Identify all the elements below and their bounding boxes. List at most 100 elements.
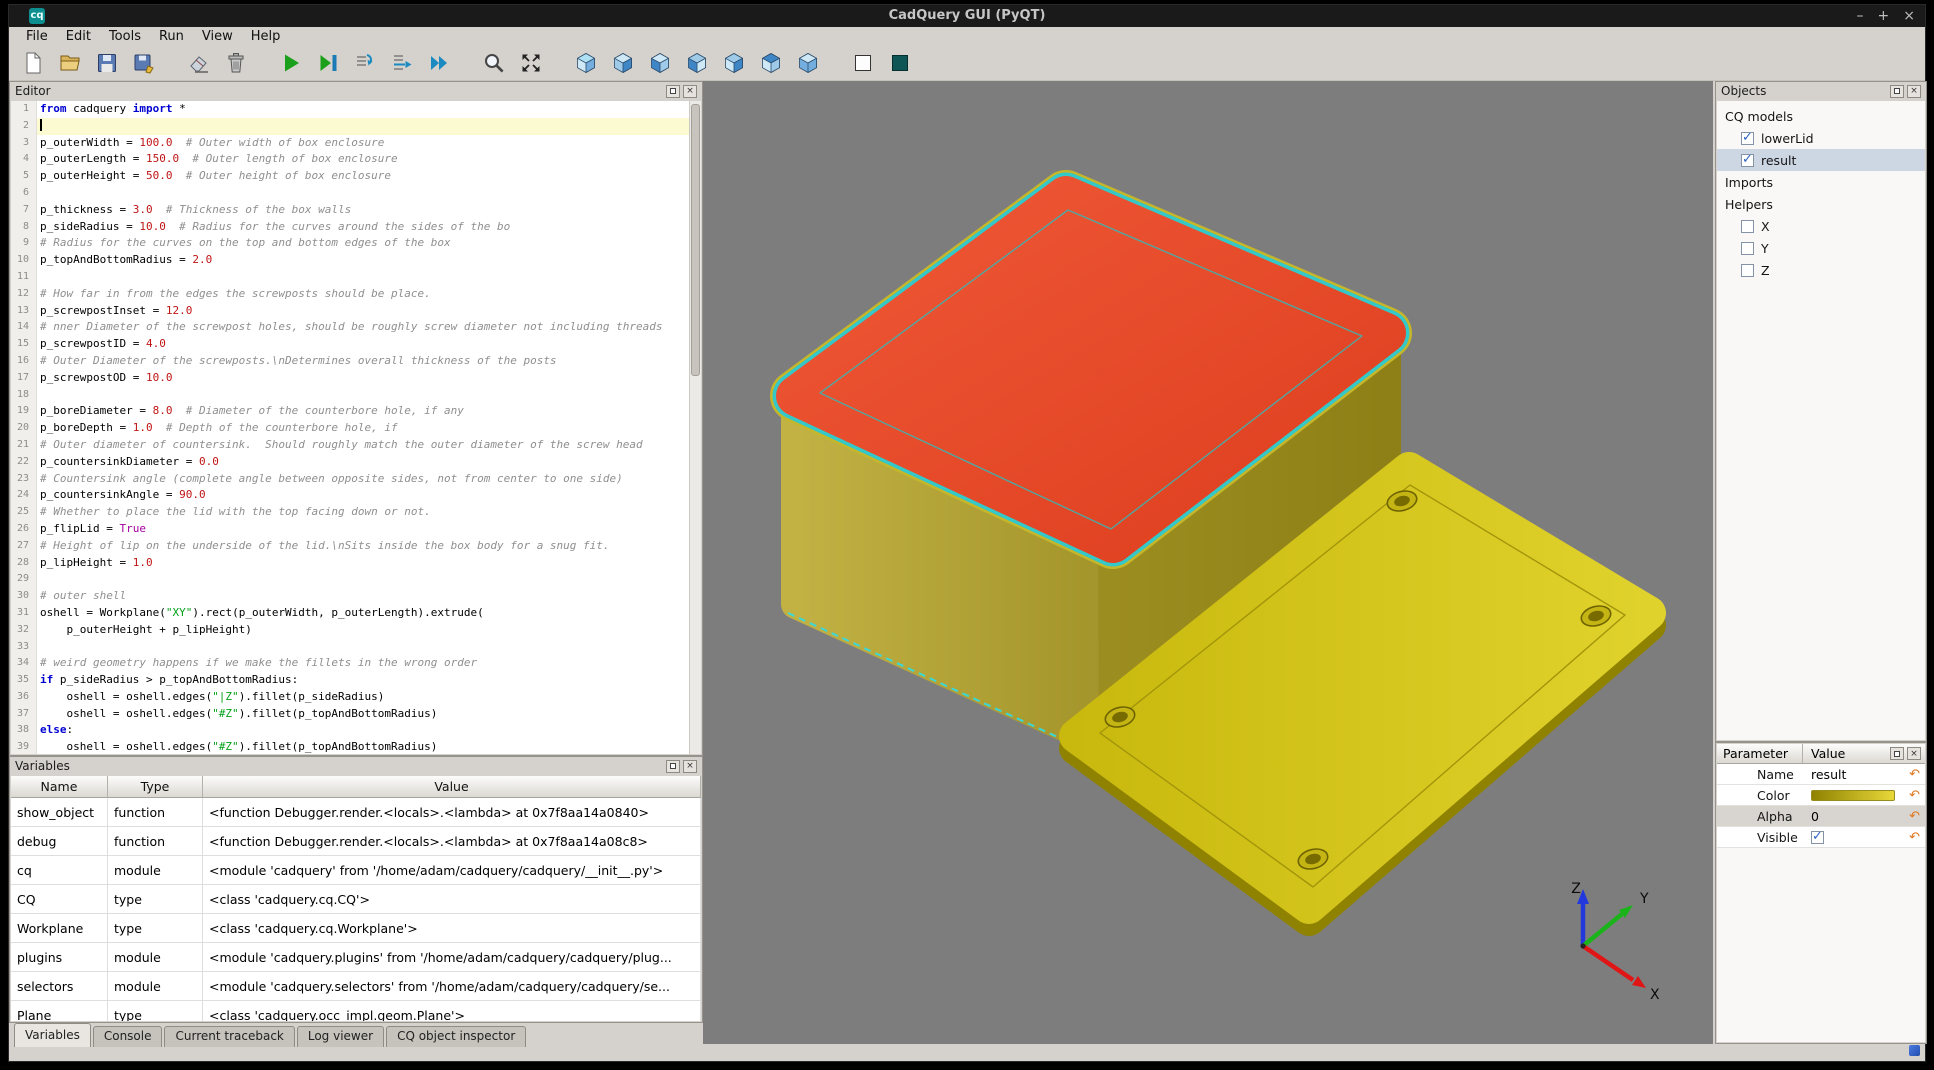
tab-console[interactable]: Console: [93, 1026, 163, 1047]
code-line[interactable]: 27# Height of lip on the underside of th…: [11, 538, 689, 555]
view-back-button[interactable]: [646, 49, 674, 77]
code-line[interactable]: 23# Countersink angle (complete angle be…: [11, 471, 689, 488]
code-line[interactable]: 13p_screwpostInset = 12.0: [11, 303, 689, 320]
column-header-value[interactable]: Value: [203, 776, 701, 798]
code-line[interactable]: 26p_flipLid = True: [11, 521, 689, 538]
visible-checkbox[interactable]: [1811, 831, 1824, 844]
close-panel-icon[interactable]: ×: [1907, 747, 1921, 760]
code-line[interactable]: 16# Outer Diameter of the screwposts.\nD…: [11, 353, 689, 370]
menu-tools[interactable]: Tools: [100, 28, 150, 45]
code-line[interactable]: 5p_outerHeight = 50.0 # Outer height of …: [11, 168, 689, 185]
column-header-type[interactable]: Type: [108, 776, 203, 798]
viewport-3d[interactable]: Z Y X: [703, 81, 1713, 1044]
code-line[interactable]: 19p_boreDiameter = 8.0 # Diameter of the…: [11, 403, 689, 420]
close-panel-icon[interactable]: ×: [683, 85, 697, 98]
code-line[interactable]: 21# Outer diameter of countersink. Shoul…: [11, 437, 689, 454]
tree-item-x[interactable]: X: [1717, 215, 1925, 237]
code-line[interactable]: 18: [11, 387, 689, 404]
code-line[interactable]: 1from cadquery import *: [11, 101, 689, 118]
code-line[interactable]: 36 oshell = oshell.edges("|Z").fillet(p_…: [11, 689, 689, 706]
step-over-button[interactable]: [388, 49, 416, 77]
size-grip-icon[interactable]: [1909, 1045, 1920, 1056]
step-into-button[interactable]: [351, 49, 379, 77]
close-button[interactable]: ×: [1903, 5, 1915, 27]
code-line[interactable]: 7p_thickness = 3.0 # Thickness of the bo…: [11, 202, 689, 219]
code-line[interactable]: 33: [11, 639, 689, 656]
menu-help[interactable]: Help: [242, 28, 290, 45]
code-line[interactable]: 20p_boreDepth = 1.0 # Depth of the count…: [11, 420, 689, 437]
tab-current-traceback[interactable]: Current traceback: [164, 1026, 294, 1047]
tab-variables[interactable]: Variables: [14, 1023, 91, 1047]
variable-row[interactable]: CQtype<class 'cadquery.cq.CQ'>: [11, 885, 701, 914]
variable-row[interactable]: Workplanetype<class 'cadquery.cq.Workpla…: [11, 914, 701, 943]
code-line[interactable]: 25# Whether to place the lid with the to…: [11, 504, 689, 521]
variable-row[interactable]: pluginsmodule<module 'cadquery.plugins' …: [11, 943, 701, 972]
run-script-button[interactable]: [277, 49, 305, 77]
display-shaded-button[interactable]: [886, 49, 914, 77]
close-panel-icon[interactable]: ×: [1907, 85, 1921, 98]
tree-item-imports[interactable]: Imports: [1717, 171, 1925, 193]
save-as-button[interactable]: [130, 49, 158, 77]
code-line[interactable]: 3p_outerWidth = 100.0 # Outer width of b…: [11, 135, 689, 152]
tree-item-z[interactable]: Z: [1717, 259, 1925, 281]
zoom-to-selection-button[interactable]: [480, 49, 508, 77]
tree-item-helpers[interactable]: Helpers: [1717, 193, 1925, 215]
menu-run[interactable]: Run: [150, 28, 193, 45]
open-file-button[interactable]: [56, 49, 84, 77]
tree-item-cq-models[interactable]: CQ models: [1717, 105, 1925, 127]
view-left-button[interactable]: [683, 49, 711, 77]
reset-icon[interactable]: ↶: [1909, 810, 1920, 823]
variable-row[interactable]: cqmodule<module 'cadquery' from '/home/a…: [11, 856, 701, 885]
code-line[interactable]: 37 oshell = oshell.edges("#Z").fillet(p_…: [11, 706, 689, 723]
reset-icon[interactable]: ↶: [1909, 789, 1920, 802]
code-line[interactable]: 4p_outerLength = 150.0 # Outer length of…: [11, 151, 689, 168]
reset-icon[interactable]: ↶: [1909, 831, 1920, 844]
tree-item-lowerlid[interactable]: lowerLid: [1717, 127, 1925, 149]
code-line[interactable]: 32 p_outerHeight + p_lipHeight): [11, 622, 689, 639]
delete-button[interactable]: [222, 49, 250, 77]
continue-button[interactable]: [425, 49, 453, 77]
checkbox-result[interactable]: [1741, 154, 1754, 167]
viewport-canvas[interactable]: Z Y X: [703, 81, 1713, 1044]
menu-edit[interactable]: Edit: [57, 28, 100, 45]
float-panel-icon[interactable]: [666, 760, 680, 773]
code-line[interactable]: 31oshell = Workplane("XY").rect(p_outerW…: [11, 605, 689, 622]
code-line[interactable]: 2: [11, 118, 689, 135]
view-right-button[interactable]: [720, 49, 748, 77]
code-line[interactable]: 28p_lipHeight = 1.0: [11, 555, 689, 572]
param-row-name[interactable]: Nameresult↶: [1717, 764, 1925, 785]
code-line[interactable]: 34# weird geometry happens if we make th…: [11, 655, 689, 672]
code-line[interactable]: 39 oshell = oshell.edges("#Z").fillet(p_…: [11, 739, 689, 754]
column-header-parameter[interactable]: Parameter: [1717, 744, 1803, 763]
param-row-alpha[interactable]: Alpha0↶: [1717, 806, 1925, 827]
menu-file[interactable]: File: [17, 28, 57, 45]
param-row-visible[interactable]: Visible↶: [1717, 827, 1925, 848]
tree-item-result[interactable]: result: [1717, 149, 1925, 171]
tab-log-viewer[interactable]: Log viewer: [297, 1026, 384, 1047]
variable-row[interactable]: show_objectfunction<function Debugger.re…: [11, 798, 701, 827]
new-file-button[interactable]: [19, 49, 47, 77]
checkbox-x[interactable]: [1741, 220, 1754, 233]
clear-button[interactable]: [185, 49, 213, 77]
code-line[interactable]: 12# How far in from the edges the screwp…: [11, 286, 689, 303]
checkbox-lowerlid[interactable]: [1741, 132, 1754, 145]
view-bottom-button[interactable]: [794, 49, 822, 77]
color-swatch[interactable]: [1811, 790, 1895, 801]
variable-row[interactable]: selectorsmodule<module 'cadquery.selecto…: [11, 972, 701, 1001]
save-file-button[interactable]: [93, 49, 121, 77]
float-panel-icon[interactable]: [1890, 85, 1904, 98]
editor-scrollbar[interactable]: [689, 101, 701, 754]
code-line[interactable]: 14# nner Diameter of the screwpost holes…: [11, 319, 689, 336]
debug-script-button[interactable]: [314, 49, 342, 77]
close-panel-icon[interactable]: ×: [683, 760, 697, 773]
view-iso-button[interactable]: [572, 49, 600, 77]
view-front-button[interactable]: [609, 49, 637, 77]
code-line[interactable]: 35if p_sideRadius > p_topAndBottomRadius…: [11, 672, 689, 689]
code-line[interactable]: 8p_sideRadius = 10.0 # Radius for the cu…: [11, 219, 689, 236]
code-line[interactable]: 6: [11, 185, 689, 202]
checkbox-y[interactable]: [1741, 242, 1754, 255]
code-line[interactable]: 15p_screwpostID = 4.0: [11, 336, 689, 353]
minimize-button[interactable]: –: [1857, 5, 1864, 27]
checkbox-z[interactable]: [1741, 264, 1754, 277]
variable-row[interactable]: Planetype<class 'cadquery.occ_impl.geom.…: [11, 1001, 701, 1021]
